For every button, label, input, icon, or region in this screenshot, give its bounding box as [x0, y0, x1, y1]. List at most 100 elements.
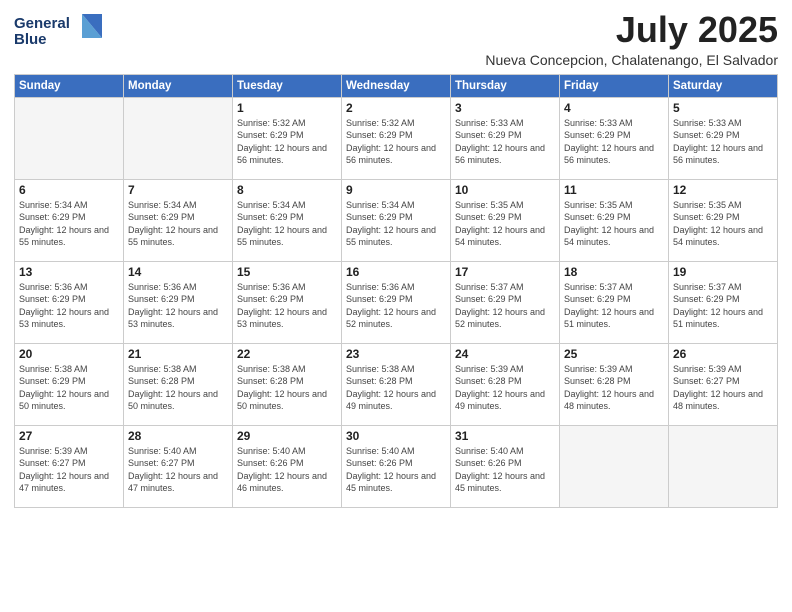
- day-info: Sunrise: 5:32 AMSunset: 6:29 PMDaylight:…: [237, 117, 337, 167]
- table-row: 24 Sunrise: 5:39 AMSunset: 6:28 PMDayligh…: [451, 343, 560, 425]
- table-row: 8 Sunrise: 5:34 AMSunset: 6:29 PMDaylight…: [233, 179, 342, 261]
- day-info: Sunrise: 5:37 AMSunset: 6:29 PMDaylight:…: [564, 281, 664, 331]
- day-number: 24: [455, 347, 555, 361]
- table-row: 9 Sunrise: 5:34 AMSunset: 6:29 PMDaylight…: [342, 179, 451, 261]
- table-row: 29Sunrise: 5:40 AMSunset: 6:26 PMDayligh…: [233, 425, 342, 507]
- table-row: 5Sunrise: 5:33 AMSunset: 6:29 PMDaylight…: [669, 97, 778, 179]
- day-number: 30: [346, 429, 446, 443]
- day-number: 18: [564, 265, 664, 279]
- day-info: Sunrise: 5:33 AMSunset: 6:29 PMDaylight:…: [455, 117, 555, 167]
- day-info: Sunrise: 5:34 AMSunset: 6:29 PMDaylight:…: [128, 199, 228, 249]
- day-number: 13: [19, 265, 119, 279]
- table-row: [15, 97, 124, 179]
- day-number: 8: [237, 183, 337, 197]
- table-row: 31Sunrise: 5:40 AMSunset: 6:26 PMDayligh…: [451, 425, 560, 507]
- svg-text:Blue: Blue: [14, 31, 47, 48]
- table-row: 3 Sunrise: 5:33 AMSunset: 6:29 PMDaylight…: [451, 97, 560, 179]
- table-row: 10Sunrise: 5:35 AMSunset: 6:29 PMDayligh…: [451, 179, 560, 261]
- day-info: Sunrise: 5:36 AMSunset: 6:29 PMDaylight:…: [128, 281, 228, 331]
- day-info: Sunrise: 5:35 AMSunset: 6:29 PMDaylight:…: [673, 199, 773, 249]
- day-number: 1: [237, 101, 337, 115]
- logo-image: General Blue: [14, 10, 104, 52]
- day-number: 11: [564, 183, 664, 197]
- day-number: 9: [346, 183, 446, 197]
- day-number: 21: [128, 347, 228, 361]
- svg-text:General: General: [14, 15, 70, 32]
- header: General Blue July 2025 Nueva Concepcion,…: [14, 10, 778, 68]
- table-row: 18 Sunrise: 5:37 AMSunset: 6:29 PMDayligh…: [560, 261, 669, 343]
- col-friday: Friday: [560, 74, 669, 97]
- day-info: Sunrise: 5:36 AMSunset: 6:29 PMDaylight:…: [237, 281, 337, 331]
- table-row: 28 Sunrise: 5:40 AMSunset: 6:27 PMDayligh…: [124, 425, 233, 507]
- col-saturday: Saturday: [669, 74, 778, 97]
- day-info: Sunrise: 5:40 AMSunset: 6:26 PMDaylight:…: [346, 445, 446, 495]
- day-info: Sunrise: 5:38 AMSunset: 6:28 PMDaylight:…: [128, 363, 228, 413]
- day-number: 25: [564, 347, 664, 361]
- table-row: 30 Sunrise: 5:40 AMSunset: 6:26 PMDayligh…: [342, 425, 451, 507]
- day-number: 29: [237, 429, 337, 443]
- day-number: 22: [237, 347, 337, 361]
- day-number: 31: [455, 429, 555, 443]
- calendar-week-row: 13 Sunrise: 5:36 AMSunset: 6:29 PMDayligh…: [15, 261, 778, 343]
- day-number: 28: [128, 429, 228, 443]
- day-info: Sunrise: 5:39 AMSunset: 6:27 PMDaylight:…: [19, 445, 119, 495]
- day-number: 2: [346, 101, 446, 115]
- table-row: 15 Sunrise: 5:36 AMSunset: 6:29 PMDayligh…: [233, 261, 342, 343]
- logo: General Blue: [14, 10, 104, 52]
- day-info: Sunrise: 5:34 AMSunset: 6:29 PMDaylight:…: [237, 199, 337, 249]
- day-info: Sunrise: 5:37 AMSunset: 6:29 PMDaylight:…: [673, 281, 773, 331]
- day-info: Sunrise: 5:37 AMSunset: 6:29 PMDaylight:…: [455, 281, 555, 331]
- col-monday: Monday: [124, 74, 233, 97]
- day-info: Sunrise: 5:35 AMSunset: 6:29 PMDaylight:…: [564, 199, 664, 249]
- col-sunday: Sunday: [15, 74, 124, 97]
- page: General Blue July 2025 Nueva Concepcion,…: [0, 0, 792, 612]
- day-info: Sunrise: 5:39 AMSunset: 6:28 PMDaylight:…: [564, 363, 664, 413]
- calendar-week-row: 6 Sunrise: 5:34 AMSunset: 6:29 PMDaylight…: [15, 179, 778, 261]
- day-number: 17: [455, 265, 555, 279]
- calendar-week-row: 27 Sunrise: 5:39 AMSunset: 6:27 PMDayligh…: [15, 425, 778, 507]
- table-row: 6 Sunrise: 5:34 AMSunset: 6:29 PMDaylight…: [15, 179, 124, 261]
- calendar-header-row: Sunday Monday Tuesday Wednesday Thursday…: [15, 74, 778, 97]
- day-info: Sunrise: 5:34 AMSunset: 6:29 PMDaylight:…: [19, 199, 119, 249]
- day-info: Sunrise: 5:33 AMSunset: 6:29 PMDaylight:…: [564, 117, 664, 167]
- table-row: 20 Sunrise: 5:38 AMSunset: 6:29 PMDayligh…: [15, 343, 124, 425]
- day-info: Sunrise: 5:34 AMSunset: 6:29 PMDaylight:…: [346, 199, 446, 249]
- day-info: Sunrise: 5:38 AMSunset: 6:28 PMDaylight:…: [346, 363, 446, 413]
- table-row: [669, 425, 778, 507]
- month-title: July 2025: [485, 10, 778, 50]
- table-row: 27 Sunrise: 5:39 AMSunset: 6:27 PMDayligh…: [15, 425, 124, 507]
- calendar-week-row: 20 Sunrise: 5:38 AMSunset: 6:29 PMDayligh…: [15, 343, 778, 425]
- day-number: 7: [128, 183, 228, 197]
- col-wednesday: Wednesday: [342, 74, 451, 97]
- day-info: Sunrise: 5:33 AMSunset: 6:29 PMDaylight:…: [673, 117, 773, 167]
- day-number: 16: [346, 265, 446, 279]
- day-number: 12: [673, 183, 773, 197]
- day-info: Sunrise: 5:36 AMSunset: 6:29 PMDaylight:…: [346, 281, 446, 331]
- day-info: Sunrise: 5:35 AMSunset: 6:29 PMDaylight:…: [455, 199, 555, 249]
- table-row: 7 Sunrise: 5:34 AMSunset: 6:29 PMDaylight…: [124, 179, 233, 261]
- calendar-table: Sunday Monday Tuesday Wednesday Thursday…: [14, 74, 778, 508]
- table-row: 16 Sunrise: 5:36 AMSunset: 6:29 PMDayligh…: [342, 261, 451, 343]
- table-row: 2Sunrise: 5:32 AMSunset: 6:29 PMDaylight…: [342, 97, 451, 179]
- day-info: Sunrise: 5:36 AMSunset: 6:29 PMDaylight:…: [19, 281, 119, 331]
- table-row: 14 Sunrise: 5:36 AMSunset: 6:29 PMDayligh…: [124, 261, 233, 343]
- table-row: [560, 425, 669, 507]
- day-info: Sunrise: 5:38 AMSunset: 6:29 PMDaylight:…: [19, 363, 119, 413]
- location-title: Nueva Concepcion, Chalatenango, El Salva…: [485, 52, 778, 68]
- day-number: 3: [455, 101, 555, 115]
- day-number: 15: [237, 265, 337, 279]
- day-number: 14: [128, 265, 228, 279]
- table-row: 25 Sunrise: 5:39 AMSunset: 6:28 PMDayligh…: [560, 343, 669, 425]
- col-tuesday: Tuesday: [233, 74, 342, 97]
- title-section: July 2025 Nueva Concepcion, Chalatenango…: [485, 10, 778, 68]
- day-number: 19: [673, 265, 773, 279]
- table-row: 26Sunrise: 5:39 AMSunset: 6:27 PMDayligh…: [669, 343, 778, 425]
- day-info: Sunrise: 5:39 AMSunset: 6:28 PMDaylight:…: [455, 363, 555, 413]
- col-thursday: Thursday: [451, 74, 560, 97]
- day-number: 26: [673, 347, 773, 361]
- day-number: 20: [19, 347, 119, 361]
- day-info: Sunrise: 5:40 AMSunset: 6:27 PMDaylight:…: [128, 445, 228, 495]
- table-row: 23Sunrise: 5:38 AMSunset: 6:28 PMDayligh…: [342, 343, 451, 425]
- day-number: 6: [19, 183, 119, 197]
- day-number: 27: [19, 429, 119, 443]
